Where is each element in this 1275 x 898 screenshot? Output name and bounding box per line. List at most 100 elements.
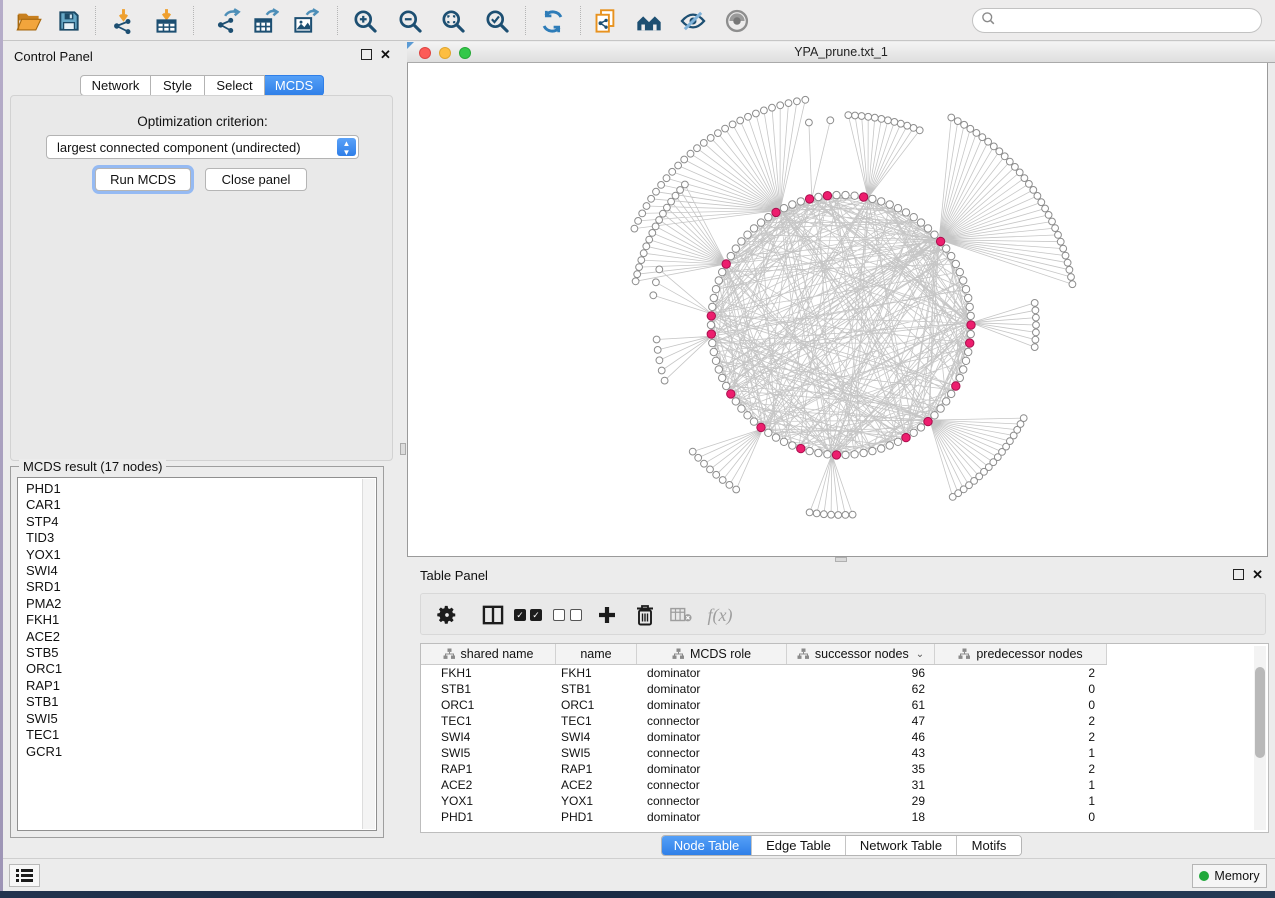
network-node[interactable]	[813, 510, 820, 517]
network-node[interactable]	[948, 114, 955, 121]
table-row[interactable]: TEC1TEC1connector472	[421, 713, 1268, 729]
network-node[interactable]	[851, 451, 858, 458]
tab-edge-table[interactable]: Edge Table	[752, 836, 846, 855]
network-node[interactable]	[713, 471, 720, 478]
network-node[interactable]	[719, 477, 726, 484]
network-node[interactable]	[727, 252, 734, 259]
network-node[interactable]	[707, 135, 714, 142]
network-node[interactable]	[948, 390, 955, 397]
network-node[interactable]	[806, 119, 813, 126]
mcds-result-item[interactable]: TID3	[26, 530, 376, 546]
close-panel-icon[interactable]: ✕	[1252, 569, 1263, 580]
network-node[interactable]	[1066, 266, 1073, 273]
network-node[interactable]	[700, 140, 707, 147]
deselect-all-icon[interactable]	[553, 594, 587, 636]
network-node[interactable]	[733, 486, 740, 493]
network-node[interactable]	[1032, 336, 1039, 343]
table-row[interactable]: YOX1YOX1connector291	[421, 793, 1268, 809]
mcds-highlighted-node[interactable]	[727, 390, 735, 398]
network-node[interactable]	[860, 449, 867, 456]
network-node[interactable]	[681, 156, 688, 163]
mcds-highlighted-node[interactable]	[772, 208, 780, 216]
search-field[interactable]	[972, 8, 1262, 33]
network-node[interactable]	[668, 198, 675, 205]
column-header-successor-nodes[interactable]: successor nodes ⌄	[787, 644, 935, 664]
mcds-highlighted-node[interactable]	[859, 193, 867, 201]
network-node[interactable]	[719, 374, 726, 381]
open-session-icon[interactable]	[14, 7, 42, 35]
network-node[interactable]	[710, 294, 717, 301]
network-node[interactable]	[738, 238, 745, 245]
network-node[interactable]	[715, 277, 722, 284]
network-node[interactable]	[636, 264, 643, 271]
mcds-result-item[interactable]: ACE2	[26, 629, 376, 645]
column-header-name[interactable]: name	[556, 644, 637, 664]
network-node[interactable]	[709, 339, 716, 346]
network-node[interactable]	[835, 512, 842, 519]
clone-network-icon[interactable]	[591, 7, 619, 35]
table-row[interactable]: FKH1FKH1dominator962	[421, 665, 1268, 681]
network-node[interactable]	[653, 279, 660, 286]
network-canvas[interactable]	[407, 63, 1268, 557]
mcds-result-item[interactable]: RAP1	[26, 678, 376, 694]
network-node[interactable]	[952, 260, 959, 267]
network-node[interactable]	[643, 203, 650, 210]
network-node[interactable]	[789, 201, 796, 208]
network-node[interactable]	[726, 482, 733, 489]
network-node[interactable]	[653, 336, 660, 343]
network-node[interactable]	[1033, 322, 1040, 329]
network-node[interactable]	[865, 113, 872, 120]
network-node[interactable]	[948, 252, 955, 259]
network-node[interactable]	[643, 243, 650, 250]
mcds-result-item[interactable]: SWI4	[26, 563, 376, 579]
mcds-result-item[interactable]: STB5	[26, 645, 376, 661]
mcds-highlighted-node[interactable]	[967, 321, 975, 329]
mcds-highlighted-node[interactable]	[936, 237, 944, 245]
mcds-list-scrollbar[interactable]	[362, 479, 375, 829]
network-node[interactable]	[682, 181, 689, 188]
table-row[interactable]: SWI5SWI5connector431	[421, 745, 1268, 761]
network-node[interactable]	[639, 210, 646, 217]
network-node[interactable]	[910, 429, 917, 436]
network-node[interactable]	[753, 110, 760, 117]
network-node[interactable]	[635, 218, 642, 225]
network-node[interactable]	[664, 204, 671, 211]
mcds-highlighted-node[interactable]	[902, 433, 910, 441]
tab-node-table[interactable]: Node Table	[662, 836, 752, 855]
network-node[interactable]	[849, 511, 856, 518]
network-node[interactable]	[1069, 281, 1076, 288]
network-node[interactable]	[869, 447, 876, 454]
import-table-icon[interactable]	[152, 7, 180, 35]
zoom-in-icon[interactable]	[351, 7, 379, 35]
criterion-dropdown[interactable]: largest connected component (undirected)…	[46, 135, 359, 159]
table-row[interactable]: PHD1PHD1dominator180	[421, 809, 1268, 825]
network-node[interactable]	[658, 182, 665, 189]
tab-style[interactable]: Style	[151, 75, 205, 96]
network-node[interactable]	[765, 429, 772, 436]
network-node[interactable]	[1012, 164, 1019, 171]
export-image-icon[interactable]	[291, 7, 319, 35]
network-node[interactable]	[871, 114, 878, 121]
network-node[interactable]	[897, 120, 904, 127]
tab-motifs[interactable]: Motifs	[957, 836, 1021, 855]
network-node[interactable]	[1016, 169, 1023, 176]
network-node[interactable]	[1021, 175, 1028, 182]
network-node[interactable]	[1030, 187, 1037, 194]
network-node[interactable]	[750, 225, 757, 232]
table-settings-gear-icon[interactable]	[433, 594, 461, 636]
network-node[interactable]	[732, 398, 739, 405]
network-node[interactable]	[632, 278, 639, 285]
network-node[interactable]	[833, 191, 840, 198]
network-node[interactable]	[943, 398, 950, 405]
network-node[interactable]	[761, 107, 768, 114]
network-node[interactable]	[894, 438, 901, 445]
mcds-highlighted-node[interactable]	[966, 339, 974, 347]
show-eye-icon[interactable]	[723, 7, 751, 35]
network-node[interactable]	[806, 447, 813, 454]
network-node[interactable]	[1032, 307, 1039, 314]
zoom-out-icon[interactable]	[396, 7, 424, 35]
network-node[interactable]	[1049, 218, 1056, 225]
network-node[interactable]	[924, 225, 931, 232]
network-node[interactable]	[894, 205, 901, 212]
network-node[interactable]	[710, 348, 717, 355]
